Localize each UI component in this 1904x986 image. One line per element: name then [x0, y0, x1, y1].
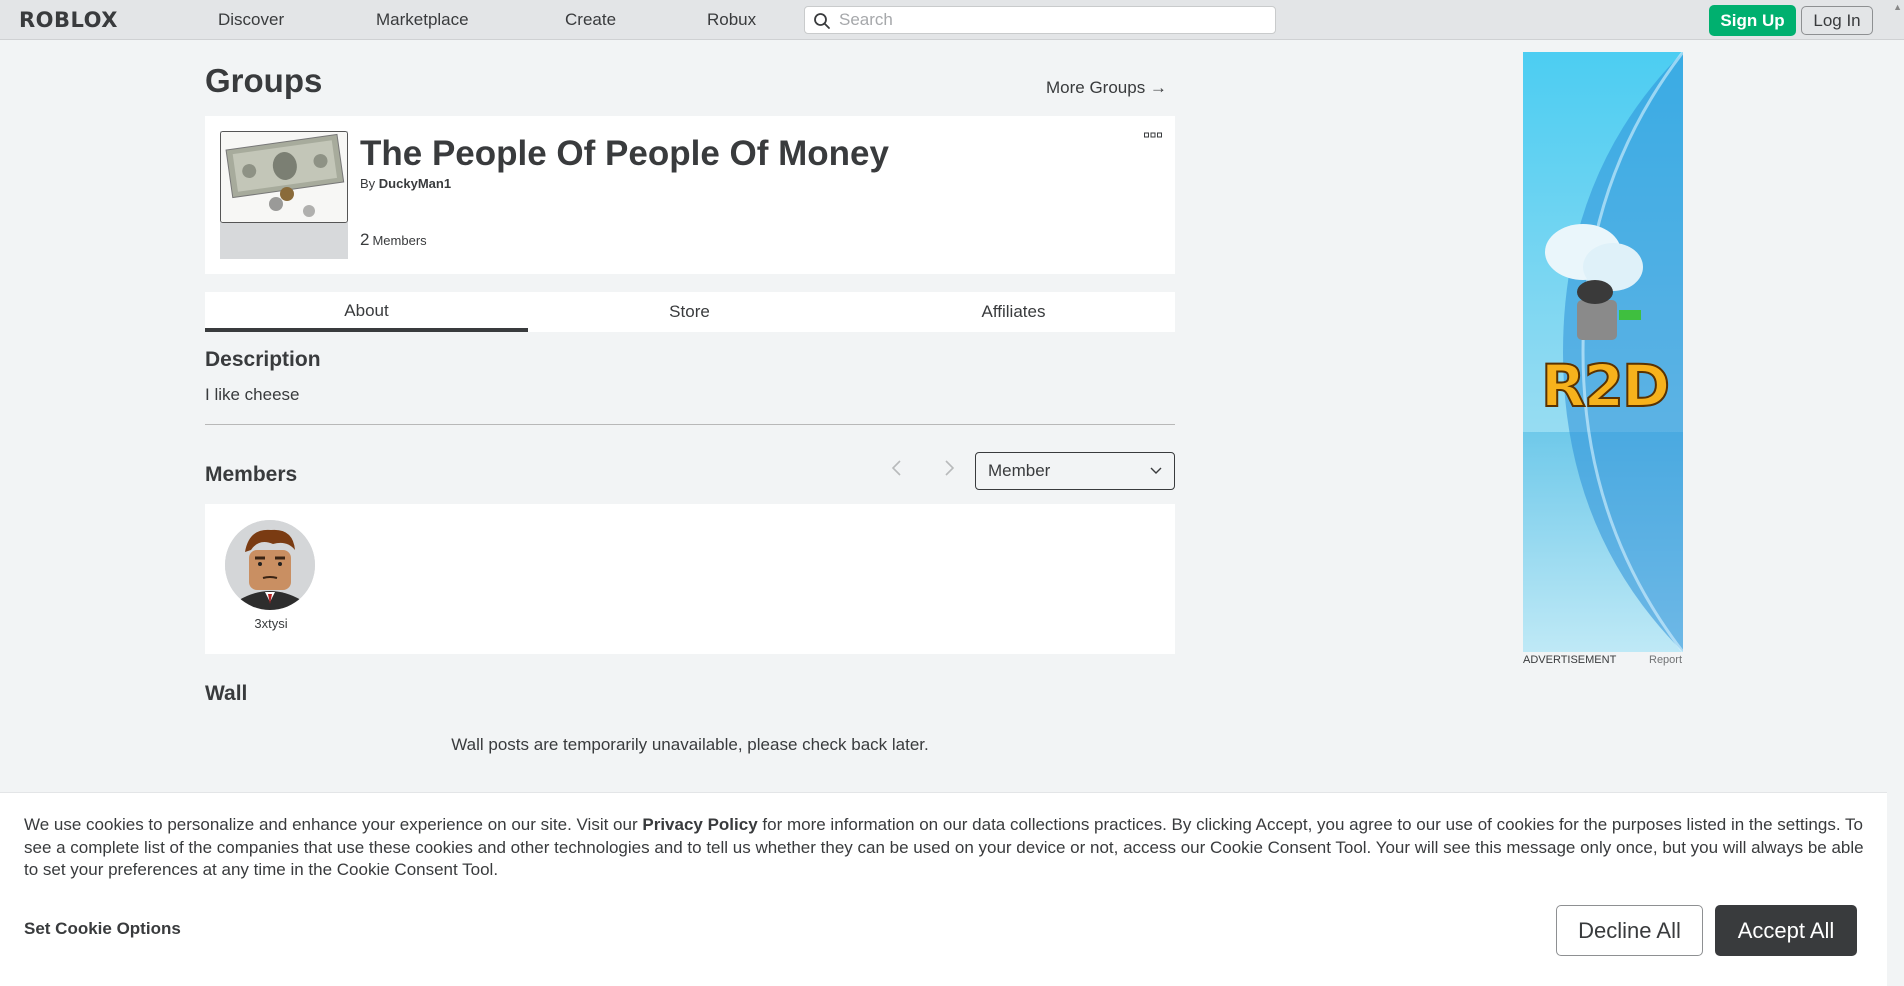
tab-affiliates[interactable]: Affiliates — [852, 292, 1175, 332]
top-navigation-bar: ROBLOX Discover Marketplace Create Robux… — [0, 0, 1904, 40]
group-owner-line: By DuckyMan1 — [360, 176, 451, 191]
description-heading: Description — [205, 348, 321, 371]
advertisement-label: ADVERTISEMENT — [1523, 654, 1617, 666]
role-select-value: Member — [988, 461, 1051, 480]
ad-logo-text: R2D — [1540, 351, 1671, 421]
accept-all-button[interactable]: Accept All — [1715, 905, 1857, 956]
members-panel: 3xtysi — [205, 504, 1175, 654]
member-count-label: Members — [372, 233, 427, 248]
members-heading: Members — [205, 463, 298, 486]
nav-marketplace[interactable]: Marketplace — [376, 10, 469, 30]
group-header-card: The People Of People Of Money By DuckyMa… — [205, 116, 1175, 274]
group-emblem-image — [220, 131, 348, 223]
nav-discover[interactable]: Discover — [218, 10, 284, 30]
decline-all-button[interactable]: Decline All — [1556, 905, 1703, 956]
chevron-down-icon — [1150, 467, 1162, 474]
privacy-policy-link[interactable]: Privacy Policy — [642, 815, 757, 834]
avatar[interactable] — [225, 520, 315, 610]
group-owner-link[interactable]: DuckyMan1 — [379, 176, 451, 191]
roblox-logo[interactable]: ROBLOX — [19, 8, 118, 32]
page-title: Groups — [205, 62, 323, 99]
group-name: The People Of People Of Money — [360, 134, 889, 173]
more-groups-link[interactable]: More Groups → — [1046, 78, 1167, 98]
group-tabs: About Store Affiliates — [205, 292, 1175, 332]
search-icon[interactable] — [813, 12, 831, 30]
search-input[interactable] — [839, 10, 1259, 30]
cookie-consent-text: We use cookies to personalize and enhanc… — [24, 814, 1874, 882]
member-card[interactable]: 3xtysi — [225, 520, 317, 631]
tab-store[interactable]: Store — [528, 292, 851, 332]
member-name[interactable]: 3xtysi — [225, 616, 317, 631]
nav-create[interactable]: Create — [565, 10, 616, 30]
tab-about[interactable]: About — [205, 292, 528, 332]
group-emblem — [220, 131, 348, 259]
cookie-text-before: We use cookies to personalize and enhanc… — [24, 815, 643, 834]
search-box — [804, 6, 1276, 34]
chevron-left-icon[interactable] — [889, 458, 905, 478]
member-count: 2 Members — [360, 230, 427, 250]
more-options-icon[interactable] — [1144, 132, 1162, 140]
set-cookie-options-link[interactable]: Set Cookie Options — [24, 919, 181, 939]
wall-heading: Wall — [205, 682, 248, 705]
cookie-consent-banner: We use cookies to personalize and enhanc… — [0, 792, 1887, 986]
log-in-button[interactable]: Log In — [1801, 6, 1873, 35]
nav-robux[interactable]: Robux — [707, 10, 756, 30]
wall-unavailable-message: Wall posts are temporarily unavailable, … — [451, 735, 929, 754]
member-count-value: 2 — [360, 230, 370, 249]
role-select-dropdown[interactable]: Member — [975, 452, 1175, 490]
scroll-up-arrow-icon[interactable]: ▲ — [1893, 2, 1902, 12]
by-prefix: By — [360, 176, 376, 191]
sign-up-button[interactable]: Sign Up — [1709, 5, 1796, 36]
section-divider — [205, 424, 1175, 425]
chevron-right-icon[interactable] — [941, 458, 957, 478]
description-text: I like cheese — [205, 385, 300, 404]
advertisement-banner[interactable]: R2D — [1523, 52, 1683, 652]
ad-report-link[interactable]: Report — [1649, 654, 1682, 666]
